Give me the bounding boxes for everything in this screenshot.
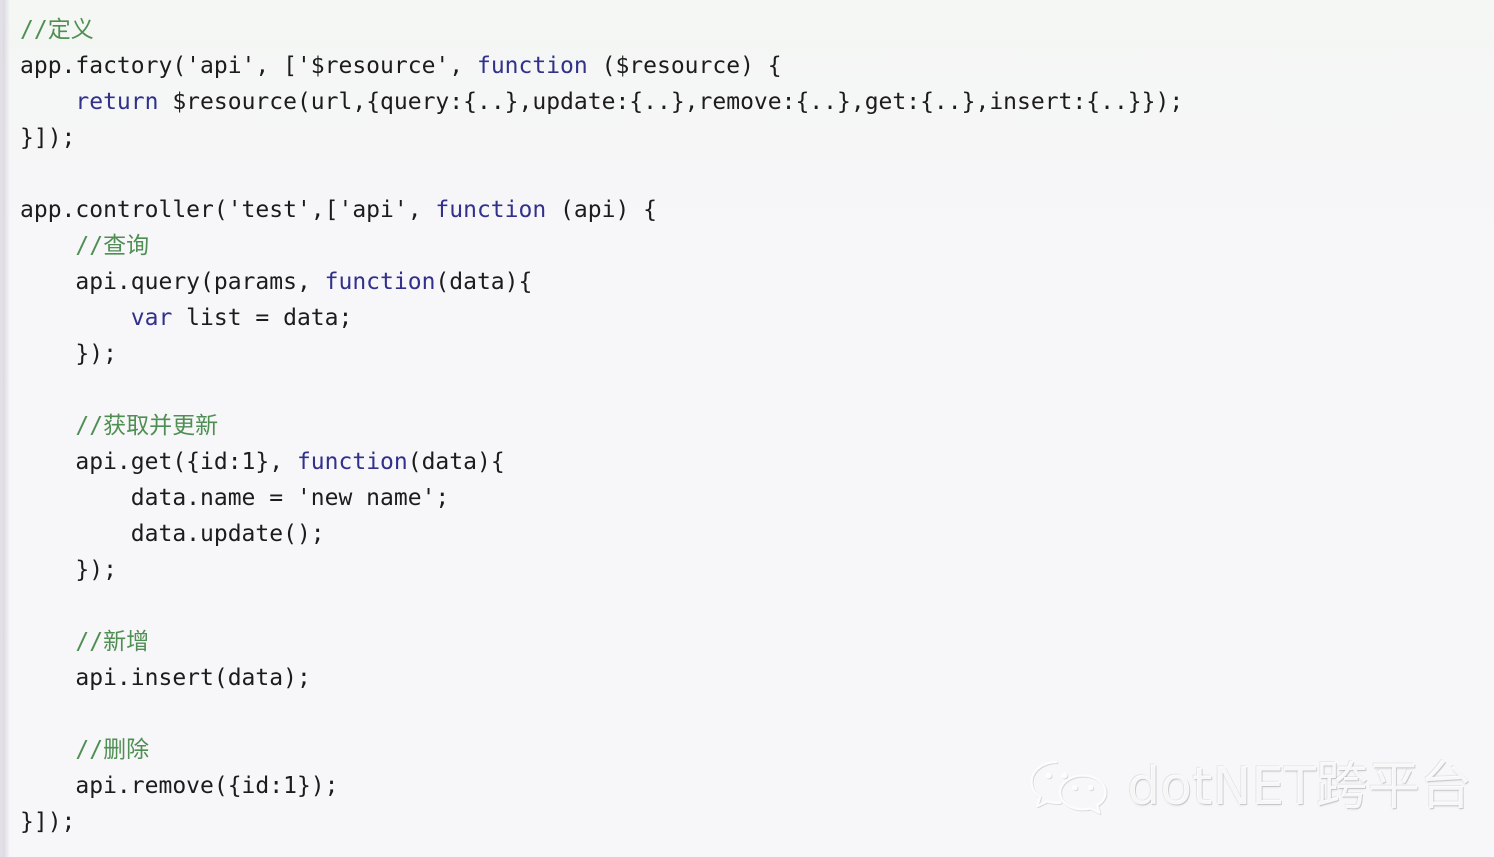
code-token-comment: //获取并更新 [75, 413, 219, 439]
code-line: //获取并更新 [3, 408, 1494, 444]
code-token-plain: (data){ [435, 269, 533, 295]
code-line: //删除 [3, 732, 1494, 768]
code-line: return $resource(url,{query:{..},update:… [3, 84, 1494, 120]
code-line: ​ [3, 372, 1494, 408]
code-token-plain: (api) { [546, 197, 657, 223]
code-line: ​ [3, 588, 1494, 624]
code-block: //定义 app.factory('api', ['$resource', fun… [0, 0, 1494, 857]
code-line: }); [3, 336, 1494, 372]
code-line: //定义 [3, 12, 1494, 48]
code-line: ​ [3, 156, 1494, 192]
code-token-plain: $resource(url,{query:{..},update:{..},re… [158, 89, 1184, 115]
code-token-keyword: return [75, 89, 159, 115]
code-token-keyword: function [296, 449, 408, 475]
code-listing: //定义 app.factory('api', ['$resource', fun… [3, 0, 1494, 840]
code-token-plain: ($resource) { [587, 53, 782, 79]
code-line: var list = data; [3, 300, 1494, 336]
code-token-plain: (data){ [407, 449, 505, 475]
code-token-plain: app.factory('api', ['$resource', [20, 53, 477, 79]
code-token-keyword: var [130, 305, 173, 331]
code-token-plain: }); [75, 557, 117, 583]
code-line: app.factory('api', ['$resource', functio… [3, 48, 1494, 84]
code-token-keyword: function [435, 197, 547, 223]
code-token-plain: app.controller('test',['api', [20, 197, 436, 223]
code-line: api.query(params, function(data){ [3, 264, 1494, 300]
code-line: api.remove({id:1}); [3, 768, 1494, 804]
code-token-plain: }]); [20, 809, 76, 835]
code-token-plain: api.remove({id:1}); [75, 773, 339, 799]
code-line: }); [3, 552, 1494, 588]
code-token-keyword: function [476, 53, 588, 79]
code-token-comment: //删除 [75, 737, 150, 763]
code-line: data.name = 'new name'; [3, 480, 1494, 516]
code-token-plain: api.query(params, [75, 269, 325, 295]
code-token-plain: }); [75, 341, 117, 367]
code-token-plain: data.update(); [130, 521, 325, 547]
code-token-plain: data.name = 'new name'; [130, 485, 450, 511]
code-token-plain: }]); [20, 125, 76, 151]
code-token-plain: api.get({id:1}, [75, 449, 297, 475]
code-line: app.controller('test',['api', function (… [3, 192, 1494, 228]
code-line: //查询 [3, 228, 1494, 264]
code-line: ​ [3, 696, 1494, 732]
code-line: //新增 [3, 624, 1494, 660]
code-token-comment: //新增 [75, 629, 150, 655]
code-token-comment: //查询 [75, 233, 150, 259]
code-token-plain: api.insert(data); [75, 665, 311, 691]
code-token-plain: list = data; [172, 305, 353, 331]
code-line: data.update(); [3, 516, 1494, 552]
code-line: }]); [3, 120, 1494, 156]
code-line: }]); [3, 804, 1494, 840]
code-line: api.insert(data); [3, 660, 1494, 696]
code-line: api.get({id:1}, function(data){ [3, 444, 1494, 480]
code-token-comment: //定义 [20, 17, 94, 43]
code-token-keyword: function [324, 269, 436, 295]
